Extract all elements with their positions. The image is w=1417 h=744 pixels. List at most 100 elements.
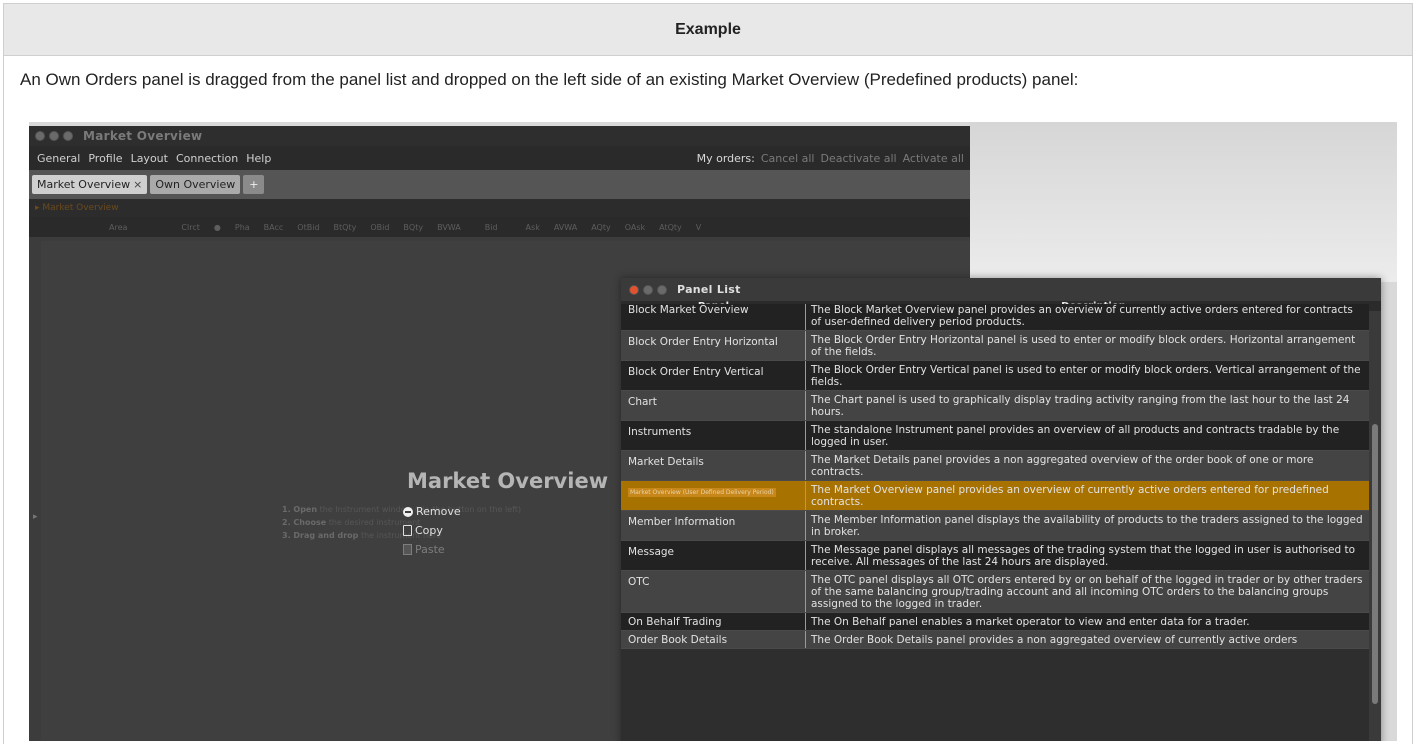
- context-remove-label: Remove: [416, 505, 461, 518]
- step-keyword: 1. Open: [282, 505, 318, 514]
- column-header[interactable]: BtQty: [334, 223, 357, 232]
- panel-header-bar[interactable]: ▸ Market Overview: [29, 199, 970, 217]
- panel-row[interactable]: OTC The OTC panel displays all OTC order…: [621, 571, 1369, 613]
- panel-row[interactable]: Chart The Chart panel is used to graphic…: [621, 391, 1369, 421]
- tab-label: Own Overview: [155, 178, 236, 191]
- menu-layout[interactable]: Layout: [127, 152, 172, 165]
- context-paste[interactable]: Paste: [403, 540, 461, 559]
- panel-row[interactable]: Market Details The Market Details panel …: [621, 451, 1369, 481]
- deactivate-all-button[interactable]: Deactivate all: [820, 152, 896, 165]
- close-window-icon[interactable]: [35, 131, 45, 141]
- screenshot: Market Overview General Profile Layout C…: [29, 122, 1397, 741]
- tab-label: Market Overview: [37, 178, 131, 191]
- close-window-icon[interactable]: [629, 284, 639, 295]
- menu-connection[interactable]: Connection: [172, 152, 242, 165]
- context-paste-label: Paste: [415, 543, 445, 556]
- column-header[interactable]: Ask: [526, 223, 540, 232]
- panel-description: The Message panel displays all messages …: [811, 544, 1356, 568]
- menu-help[interactable]: Help: [242, 152, 275, 165]
- panel-row[interactable]: Instruments The standalone Instrument pa…: [621, 421, 1369, 451]
- dragged-panel-label[interactable]: Market Overview (User Defined Delivery P…: [628, 488, 776, 497]
- panel-description: The Market Overview panel provides an ov…: [811, 484, 1329, 508]
- panel-description: The standalone Instrument panel provides…: [811, 424, 1340, 448]
- panel-description: The OTC panel displays all OTC orders en…: [811, 574, 1363, 610]
- column-header[interactable]: Bid: [485, 223, 498, 232]
- scrollbar-thumb[interactable]: [1372, 424, 1378, 704]
- column-header-row: Area Clrct ● Pha BAcc OtBid BtQty OBid B…: [29, 217, 970, 237]
- panel-description: The Block Market Overview panel provides…: [811, 304, 1353, 328]
- panel-description: The On Behalf panel enables a market ope…: [811, 616, 1250, 628]
- column-header[interactable]: AVWA: [554, 223, 577, 232]
- maximize-window-icon[interactable]: [63, 131, 73, 141]
- empty-panel-title: Market Overview: [407, 469, 609, 493]
- panel-row[interactable]: On Behalf Trading The On Behalf panel en…: [621, 613, 1369, 631]
- menu-profile[interactable]: Profile: [84, 152, 126, 165]
- column-header[interactable]: OBid: [370, 223, 389, 232]
- panel-row[interactable]: Block Order Entry Horizontal The Block O…: [621, 331, 1369, 361]
- tab-own-overview[interactable]: Own Overview: [150, 175, 241, 194]
- tab-market-overview[interactable]: Market Overview ×: [32, 175, 148, 194]
- panel-name: Block Market Overview: [621, 304, 806, 330]
- maximize-window-icon[interactable]: [657, 284, 667, 295]
- minimize-window-icon[interactable]: [49, 131, 59, 141]
- step-keyword: 2. Choose: [282, 518, 327, 527]
- context-copy[interactable]: Copy: [403, 521, 461, 540]
- panel-row[interactable]: Block Market Overview The Block Market O…: [621, 304, 1369, 331]
- panel-description: The Market Details panel provides a non …: [811, 454, 1314, 478]
- panel-description: The Block Order Entry Horizontal panel i…: [811, 334, 1356, 358]
- window-title: Market Overview: [83, 129, 203, 143]
- panel-row[interactable]: Block Order Entry Vertical The Block Ord…: [621, 361, 1369, 391]
- context-menu: Remove Copy Paste: [403, 502, 461, 559]
- panel-list-rows: Block Market Overview The Block Market O…: [621, 304, 1369, 649]
- column-header[interactable]: Area: [109, 223, 127, 232]
- panel-description: The Member Information panel displays th…: [811, 514, 1363, 538]
- menu-general[interactable]: General: [29, 152, 84, 165]
- add-tab-button[interactable]: +: [243, 175, 265, 194]
- vertical-scrollbar[interactable]: [1369, 311, 1381, 741]
- panel-name: Member Information: [621, 511, 806, 540]
- panel-row[interactable]: Order Book Details The Order Book Detail…: [621, 631, 1369, 649]
- column-header[interactable]: BQty: [403, 223, 423, 232]
- column-header[interactable]: Clrct: [181, 223, 199, 232]
- tab-bar: Market Overview × Own Overview +: [29, 170, 970, 199]
- activate-all-button[interactable]: Activate all: [903, 152, 964, 165]
- panel-name: Message: [621, 541, 806, 570]
- title-bar[interactable]: Market Overview: [29, 126, 970, 146]
- my-orders-label: My orders:: [696, 151, 755, 165]
- panel-name: Block Order Entry Horizontal: [621, 331, 806, 360]
- paste-icon: [403, 544, 412, 555]
- panel-list-title: Panel List: [677, 283, 741, 296]
- column-header[interactable]: BAcc: [264, 223, 284, 232]
- column-header[interactable]: OAsk: [625, 223, 645, 232]
- panel-name: Market Overview (User Defined Delivery P…: [621, 481, 806, 510]
- column-header[interactable]: Ⅴ: [696, 223, 701, 232]
- background-area: [969, 122, 1397, 282]
- intro-text: An Own Orders panel is dragged from the …: [20, 70, 1079, 89]
- instruction-step: 2. Choose the desired instrument: [282, 516, 521, 529]
- column-header[interactable]: AQty: [591, 223, 611, 232]
- side-handle[interactable]: ▸: [33, 511, 38, 522]
- panel-row[interactable]: Message The Message panel displays all m…: [621, 541, 1369, 571]
- step-keyword: 3. Drag and drop: [282, 531, 359, 540]
- panel-name: Block Order Entry Vertical: [621, 361, 806, 390]
- column-header[interactable]: BVWA: [437, 223, 461, 232]
- menu-bar: General Profile Layout Connection Help M…: [29, 146, 970, 170]
- my-orders-bar: My orders: Cancel all Deactivate all Act…: [697, 152, 964, 165]
- cancel-all-button[interactable]: Cancel all: [761, 152, 815, 165]
- minimize-window-icon[interactable]: [643, 284, 653, 295]
- panel-name: Market Details: [621, 451, 806, 480]
- column-header[interactable]: Pha: [235, 223, 250, 232]
- close-tab-icon[interactable]: ×: [133, 178, 142, 191]
- column-header[interactable]: OtBid: [297, 223, 319, 232]
- panel-description: The Block Order Entry Vertical panel is …: [811, 364, 1361, 388]
- panel-row[interactable]: Member Information The Member Informatio…: [621, 511, 1369, 541]
- column-header[interactable]: AtQty: [659, 223, 682, 232]
- panel-row-selected[interactable]: Market Overview (User Defined Delivery P…: [621, 481, 1369, 511]
- instruction-step: 1. Open the Instrument window (via the b…: [282, 503, 521, 516]
- panel-name: Instruments: [621, 421, 806, 450]
- context-remove[interactable]: Remove: [403, 502, 461, 521]
- column-header[interactable]: ●: [214, 223, 221, 232]
- copy-icon: [403, 525, 412, 536]
- panel-list-window: Panel List Panel Description Block Marke…: [621, 278, 1381, 741]
- panel-list-title-bar[interactable]: Panel List: [621, 278, 1381, 301]
